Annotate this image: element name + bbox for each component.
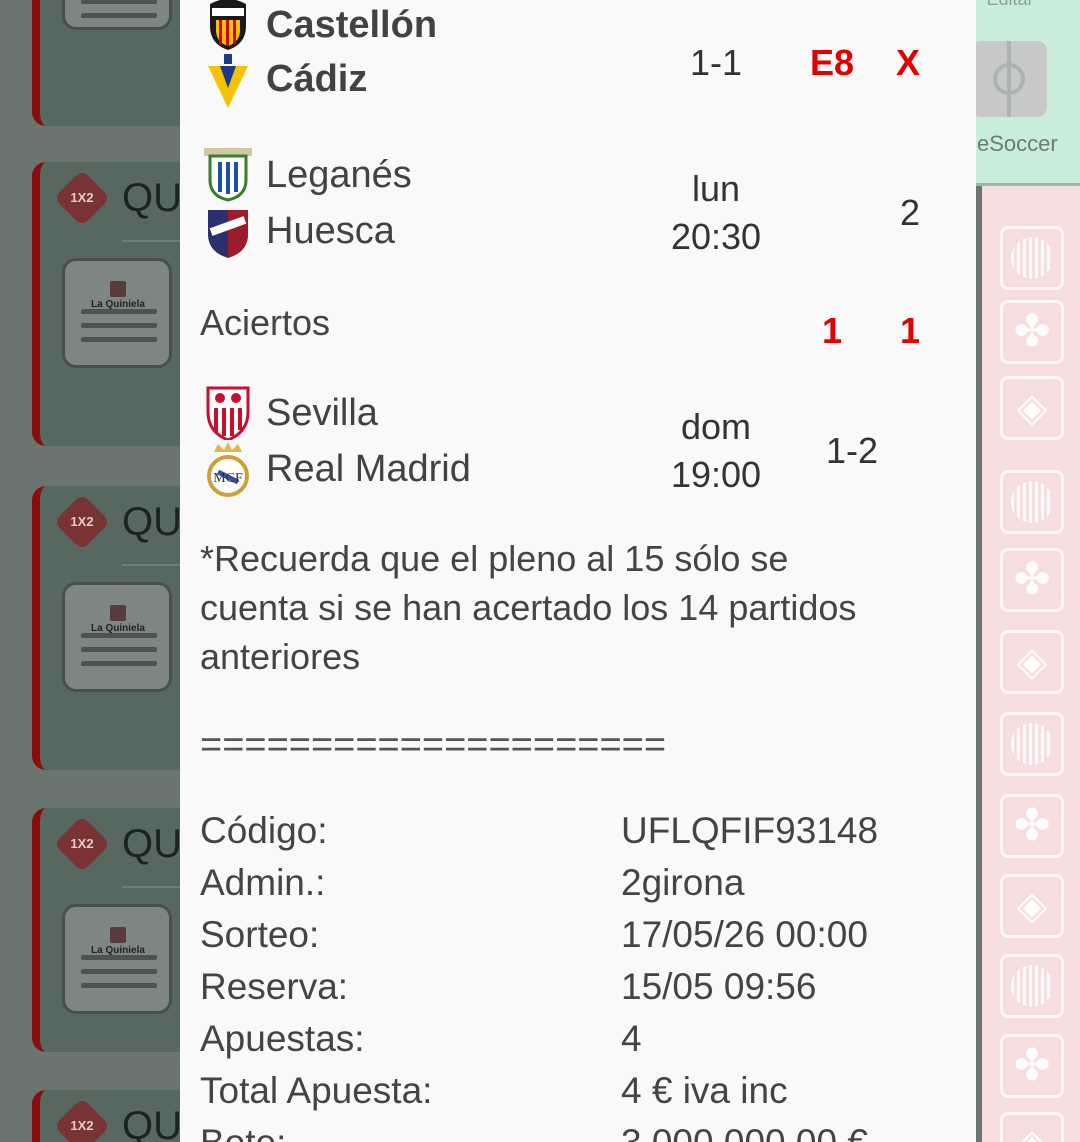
pleno-note: *Recuerda que el pleno al 15 sólo se cue…	[200, 538, 857, 677]
card-title: QU	[122, 176, 182, 220]
quiniela-thumbnail	[62, 0, 172, 30]
cadiz-crest-icon	[208, 54, 248, 108]
away-team-name: Cádiz	[266, 58, 368, 100]
aciertos-label: Aciertos	[200, 302, 331, 343]
match-pick: X	[896, 42, 921, 83]
card-title: QU	[122, 500, 182, 544]
bets-value: 4	[621, 1018, 642, 1059]
real-madrid-crest-icon: MCF	[207, 442, 249, 497]
home-team-name: Leganés	[266, 154, 412, 196]
away-team-name: Huesca	[266, 210, 395, 252]
quiniela-thumbnail: La Quiniela	[62, 904, 172, 1014]
card-title: QU	[122, 822, 182, 866]
castellon-crest-icon	[210, 0, 246, 50]
separator-line: =====================	[200, 724, 667, 766]
info-label: Admin.:	[200, 862, 326, 903]
reservation-value: 15/05 09:56	[621, 966, 817, 1007]
1x2-logo-icon: 1X2	[53, 493, 111, 551]
match-time: 19:00	[670, 454, 762, 495]
admin-value: 2girona	[621, 862, 745, 903]
away-team-name: Real Madrid	[266, 448, 471, 490]
1x2-logo-icon: 1X2	[53, 1097, 111, 1142]
info-label: Total Apuesta:	[200, 1070, 433, 1111]
match-code: E8	[810, 42, 855, 83]
match-day: lun	[691, 168, 741, 209]
total-bet-value: 4 € iva inc	[621, 1070, 788, 1111]
ticket-detail-sheet: Castellón Cádiz 1-1 E8 X Leganés Huesca …	[180, 0, 976, 1142]
home-team-name: Castellón	[266, 4, 438, 46]
match-time: 20:30	[670, 216, 762, 257]
info-label: Bote:	[200, 1122, 286, 1142]
card-title: QU	[122, 1104, 182, 1142]
1x2-logo-icon: 1X2	[53, 815, 111, 873]
quiniela-thumbnail: La Quiniela	[62, 582, 172, 692]
info-label: Código:	[200, 810, 328, 851]
info-label: Apuestas:	[200, 1018, 365, 1059]
info-label: Sorteo:	[200, 914, 320, 955]
pleno-pick: 1-2	[825, 430, 879, 471]
leganes-crest-icon	[204, 148, 252, 202]
code-value: UFLQFIF93148	[621, 810, 879, 851]
huesca-crest-icon	[208, 210, 248, 258]
match-day: dom	[680, 406, 752, 447]
match-result: 1-1	[689, 42, 743, 83]
jackpot-value: 3.000.000,00 €	[621, 1122, 868, 1142]
aciertos-count-2: 1	[900, 310, 921, 351]
match-pick: 2	[899, 192, 921, 233]
quiniela-thumbnail: La Quiniela	[62, 258, 172, 368]
1x2-logo-icon: 1X2	[53, 169, 111, 227]
sevilla-crest-icon	[206, 386, 250, 440]
soccer-field-icon	[971, 41, 1047, 117]
home-team-name: Sevilla	[266, 392, 378, 434]
svg-text:MCF: MCF	[213, 471, 243, 486]
draw-date-value: 17/05/26 00:00	[621, 914, 868, 955]
info-label: Reserva:	[200, 966, 349, 1007]
aciertos-count-1: 1	[822, 310, 843, 351]
